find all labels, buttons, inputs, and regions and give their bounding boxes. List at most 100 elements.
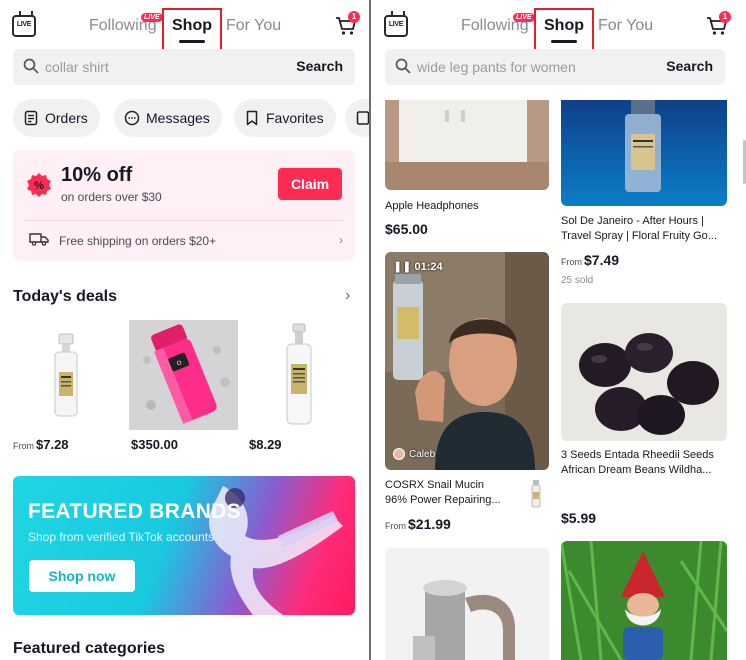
live-tv-icon[interactable]: LIVE — [12, 15, 36, 37]
seeds-image — [561, 303, 727, 441]
travel-spray-image — [561, 100, 727, 206]
search-icon — [23, 58, 39, 74]
creator-name: Caleb — [409, 448, 436, 460]
chevron-right-icon[interactable]: › — [339, 233, 343, 247]
top-nav: LIVE Following LIVE Shop For You 1 — [371, 0, 746, 54]
bookmark-icon — [246, 110, 258, 126]
live-icon-text: LIVE — [388, 21, 404, 28]
product-title-2: Sol De Janeiro - After Hours | Travel Spr… — [561, 214, 727, 244]
cart-count-badge: 1 — [719, 11, 731, 23]
creator-tag: Caleb — [393, 448, 435, 460]
live-badge: LIVE — [513, 13, 535, 22]
video-time: 01:24 — [414, 261, 443, 273]
deal-price-1: From $7.28 — [13, 437, 69, 452]
headphones-image — [385, 100, 549, 190]
metal-stand-image — [385, 548, 549, 660]
price-value: $5.99 — [561, 510, 597, 526]
product-price-4: $5.99 — [561, 510, 596, 526]
search-button[interactable]: Search — [296, 58, 343, 74]
garden-gnome-image — [561, 541, 727, 660]
shop-now-button[interactable]: Shop now — [29, 560, 135, 592]
search-icon — [395, 58, 411, 74]
product-card-1[interactable] — [385, 100, 549, 190]
promo-subtitle: on orders over $30 — [61, 190, 162, 204]
orders-button[interactable]: Orders — [13, 99, 100, 137]
title-line-1: COSRX Snail Mucin — [385, 479, 485, 491]
promo-divider — [25, 220, 343, 221]
from-label: From — [13, 441, 34, 451]
claim-button[interactable]: Claim — [278, 168, 342, 200]
product-title-3: COSRX Snail Mucin 96% Power Repairing... — [385, 478, 525, 508]
todays-deals-title: Today's deals — [13, 288, 117, 305]
title-line-1: 3 Seeds Entada Rheedii Seeds — [561, 449, 714, 461]
title-line-2: Travel Spray | Floral Fruity Go... — [561, 230, 717, 242]
deal-price-3: $8.29 — [247, 437, 282, 452]
todays-deals-more-icon[interactable]: › — [345, 287, 350, 305]
favorites-label: Favorites — [266, 110, 324, 126]
search-placeholder: wide leg pants for women — [417, 59, 576, 75]
search-placeholder: collar shirt — [45, 59, 109, 75]
promo-card[interactable]: % 10% off on orders over $30 Claim Free … — [13, 150, 355, 261]
discount-percent-icon: % — [27, 173, 51, 197]
more-quick-link-button[interactable] — [345, 99, 369, 137]
product-card-4[interactable] — [561, 303, 727, 441]
price-value: $7.49 — [584, 252, 620, 268]
product-card-5[interactable] — [385, 548, 549, 660]
cart-count-badge: 1 — [348, 11, 360, 23]
highlight-box-shop — [162, 8, 222, 54]
deal-item-2[interactable]: O — [129, 320, 238, 430]
dancer-image — [209, 486, 343, 615]
product-price-3: From $21.99 — [385, 516, 451, 532]
free-shipping-text: Free shipping on orders $20+ — [59, 234, 217, 248]
deal-item-1[interactable] — [13, 320, 119, 430]
product-price-2: From $7.49 — [561, 252, 619, 268]
featured-categories-title: Featured categories — [13, 640, 166, 657]
orders-label: Orders — [45, 110, 88, 126]
orders-icon — [24, 110, 38, 126]
messages-label: Messages — [146, 110, 210, 126]
price-value: $7.28 — [36, 437, 69, 452]
live-tv-icon[interactable]: LIVE — [384, 15, 408, 37]
product-card-2[interactable] — [561, 100, 727, 206]
coupon-icon — [356, 111, 369, 125]
live-icon-text: LIVE — [16, 21, 32, 28]
creator-avatar — [393, 448, 405, 460]
price-value: $21.99 — [408, 516, 451, 532]
pink-tumbler-image: O — [129, 320, 238, 430]
messages-icon — [124, 110, 140, 126]
search-bar[interactable]: collar shirt Search — [13, 49, 355, 85]
title-line-2: African Dream Beans Wildha... — [561, 464, 712, 476]
video-duration: ❚❚ 01:24 — [393, 261, 443, 273]
price-value: $350.00 — [131, 437, 178, 452]
title-line-1: Sol De Janeiro - After Hours | — [561, 215, 704, 227]
tab-for-you[interactable]: For You — [598, 17, 653, 35]
title-line-2: 96% Power Repairing... — [385, 494, 501, 506]
left-screen: LIVE Following LIVE Shop For You 1 colla… — [0, 0, 369, 660]
featured-brands-banner[interactable]: FEATURED BRANDS Shop from verified TikTo… — [13, 476, 355, 615]
from-label: From — [385, 521, 406, 531]
top-nav: LIVE Following LIVE Shop For You 1 — [0, 0, 369, 54]
price-value: $65.00 — [385, 221, 428, 237]
product-thumbnail-icon — [531, 480, 541, 508]
highlight-box-shop — [534, 8, 594, 54]
messages-button[interactable]: Messages — [114, 99, 222, 137]
essence-bottle-image — [286, 323, 312, 425]
search-button[interactable]: Search — [666, 58, 713, 74]
tab-for-you[interactable]: For You — [226, 17, 281, 35]
deal-price-2: $350.00 — [129, 437, 178, 452]
product-card-6[interactable] — [561, 541, 727, 660]
right-screen: LIVE Following LIVE Shop For You 1 wide … — [371, 0, 746, 660]
deal-item-3[interactable] — [247, 320, 357, 430]
svg-text:%: % — [34, 180, 44, 192]
price-value: $8.29 — [249, 437, 282, 452]
creator-video-thumbnail — [385, 252, 549, 470]
favorites-button[interactable]: Favorites — [234, 99, 336, 137]
product-video-card-3[interactable]: ❚❚ 01:24 Caleb — [385, 252, 549, 470]
product-price-1: $65.00 — [385, 221, 428, 237]
banner-subtitle: Shop from verified TikTok accounts — [28, 530, 215, 544]
product-title-4: 3 Seeds Entada Rheedii Seeds African Drea… — [561, 448, 727, 478]
serum-bottle-image — [54, 333, 78, 417]
banner-title: FEATURED BRANDS — [28, 500, 241, 523]
search-bar[interactable]: wide leg pants for women Search — [385, 49, 725, 85]
from-label: From — [561, 257, 582, 267]
